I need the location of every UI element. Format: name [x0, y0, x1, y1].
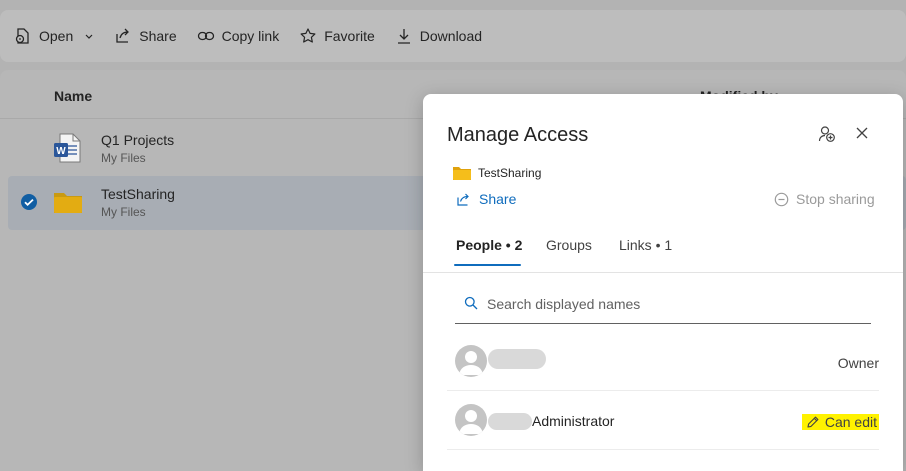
tab-links[interactable]: Links • 1 — [619, 237, 672, 253]
shared-item-name: TestSharing — [478, 166, 542, 180]
close-icon[interactable] — [855, 126, 869, 140]
pencil-icon — [807, 416, 819, 428]
word-document-icon: W — [54, 133, 81, 163]
copy-link-button[interactable]: Copy link — [197, 27, 280, 45]
share-label: Share — [139, 28, 177, 44]
person-icon — [459, 410, 483, 434]
link-icon — [197, 31, 214, 41]
add-person-icon[interactable] — [818, 125, 836, 143]
person-row[interactable]: Owner — [447, 333, 879, 391]
search-placeholder: Search displayed names — [487, 296, 641, 312]
redacted-name — [488, 349, 546, 369]
copy-link-label: Copy link — [221, 28, 280, 44]
stop-circle-icon — [774, 192, 789, 206]
open-file-icon — [15, 28, 29, 44]
star-icon — [300, 28, 316, 43]
active-tab-indicator — [454, 264, 521, 266]
stop-sharing-button[interactable]: Stop sharing — [774, 191, 875, 207]
favorite-label: Favorite — [324, 28, 375, 44]
person-name: Administrator — [532, 413, 615, 429]
panel-title: Manage Access — [447, 124, 589, 146]
svg-text:W: W — [56, 146, 66, 157]
tab-groups[interactable]: Groups — [546, 237, 592, 253]
avatar — [455, 404, 487, 436]
permission-label: Owner — [837, 355, 879, 371]
checkmark-circle-icon[interactable] — [20, 193, 38, 211]
chevron-down-icon — [85, 34, 93, 39]
command-bar: Open Share Copy link Favorite Download — [0, 10, 906, 62]
redacted-name — [488, 413, 532, 430]
person-icon — [459, 351, 483, 375]
file-name[interactable]: Q1 Projects — [101, 132, 174, 148]
file-location: My Files — [101, 151, 146, 165]
search-icon — [464, 296, 478, 310]
share-button[interactable]: Share — [114, 27, 177, 45]
share-label: Share — [479, 191, 517, 207]
avatar — [455, 345, 487, 377]
person-row[interactable]: Administrator Can edit — [447, 392, 879, 450]
divider — [423, 272, 903, 273]
stop-sharing-label: Stop sharing — [796, 191, 875, 207]
share-link-button[interactable]: Share — [456, 191, 516, 207]
search-input[interactable]: Search displayed names — [455, 286, 871, 324]
file-location: My Files — [101, 205, 146, 219]
download-label: Download — [419, 28, 483, 44]
permission-dropdown[interactable]: Can edit — [801, 414, 879, 430]
file-name[interactable]: TestSharing — [101, 186, 175, 202]
folder-icon — [453, 167, 471, 180]
folder-icon — [54, 193, 82, 213]
open-button[interactable]: Open — [14, 27, 94, 45]
column-header-name[interactable]: Name — [54, 88, 92, 104]
share-icon — [457, 193, 469, 206]
share-icon — [116, 28, 130, 43]
download-icon — [397, 29, 410, 44]
open-label: Open — [39, 28, 74, 44]
tab-people[interactable]: People • 2 — [456, 237, 522, 253]
download-button[interactable]: Download — [395, 27, 482, 45]
manage-access-panel: Manage Access TestSharing Share Stop sha… — [423, 94, 903, 471]
permission-label: Can edit — [824, 414, 877, 430]
favorite-button[interactable]: Favorite — [299, 27, 375, 45]
